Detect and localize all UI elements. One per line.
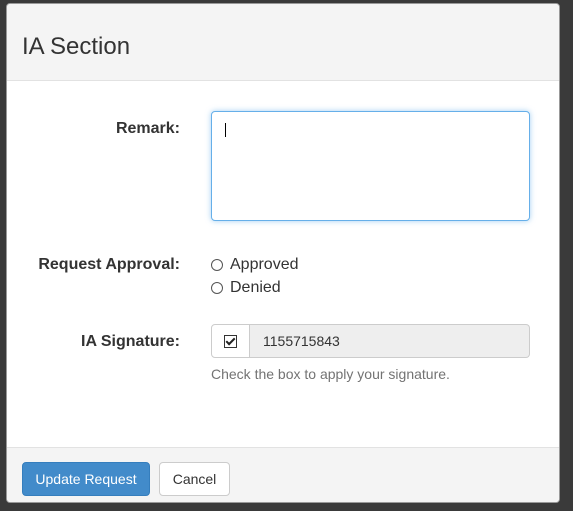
radio-approved-circle[interactable]: [211, 259, 223, 271]
radio-denied[interactable]: Denied: [211, 279, 281, 297]
text-caret: [225, 123, 226, 137]
radio-denied-label[interactable]: Denied: [230, 279, 281, 297]
signature-help-text: Check the box to apply your signature.: [211, 366, 450, 382]
signature-checkbox-addon[interactable]: [211, 324, 250, 358]
modal-footer: Update Request Cancel: [7, 447, 559, 502]
cancel-button[interactable]: Cancel: [159, 462, 230, 496]
radio-approved[interactable]: Approved: [211, 256, 299, 274]
ia-signature-group: 1155715843: [211, 324, 530, 358]
modal-title: IA Section: [22, 33, 131, 60]
radio-denied-circle[interactable]: [211, 282, 223, 294]
remark-textarea[interactable]: [211, 111, 530, 221]
update-request-button[interactable]: Update Request: [22, 462, 150, 496]
ia-signature-field: 1155715843: [250, 324, 530, 358]
request-approval-label: Request Approval:: [38, 256, 180, 273]
ia-signature-label: IA Signature:: [81, 333, 180, 350]
remark-label: Remark:: [115, 120, 180, 137]
ia-section-modal: IA Section Remark: Request Approval: App…: [6, 3, 560, 503]
radio-approved-label[interactable]: Approved: [230, 256, 299, 274]
signature-checkbox[interactable]: [224, 334, 237, 348]
modal-header: IA Section: [7, 4, 559, 81]
